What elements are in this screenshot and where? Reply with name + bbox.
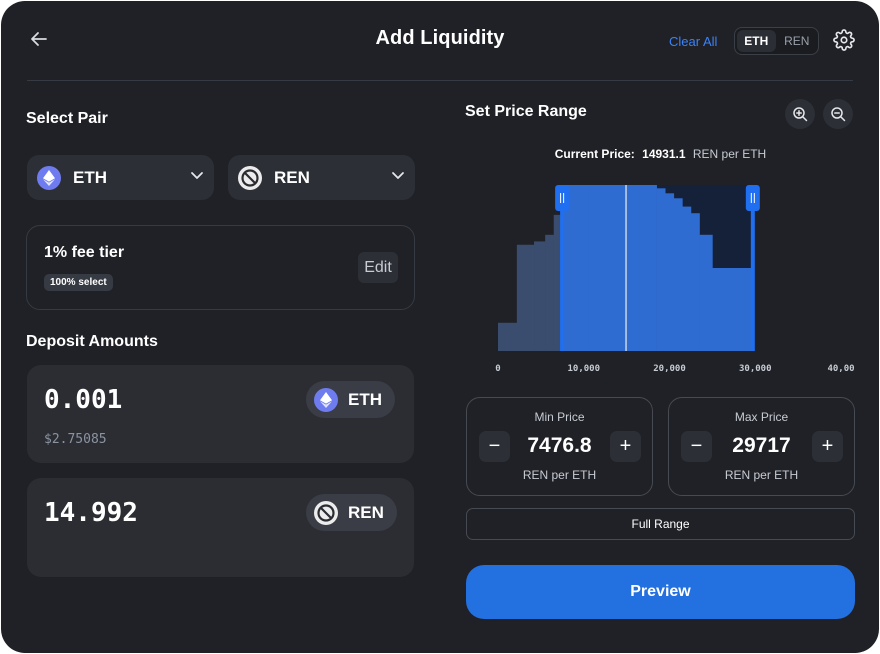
eth-token-symbol: ETH [348,389,382,409]
token-toggle: ETH REN [734,27,819,55]
max-price-card: Max Price − 29717 + REN per ETH [668,397,855,496]
fee-select-badge: 100% select [44,274,113,291]
full-range-button[interactable]: Full Range [466,508,855,540]
gear-icon[interactable] [833,29,855,51]
x-tick-label: 20,000 [653,364,686,374]
token-a-label: ETH [73,167,107,187]
liquidity-chart: 0 10,000 20,000 30,000 40,00 [495,185,855,374]
current-price-value: 14931.1 [642,147,686,161]
liquidity-bar [498,322,518,351]
edit-fee-button[interactable]: Edit [358,252,398,283]
min-price-unit: REN per ETH [522,468,597,482]
x-tick-label: 30,000 [739,364,772,374]
min-price-increment-button[interactable]: + [610,431,641,462]
x-tick-label: 0 [495,364,500,374]
fee-tier-label: 1% fee tier [44,244,125,261]
select-pair-title: Select Pair [26,110,108,127]
max-price-unit: REN per ETH [724,468,799,482]
preview-button[interactable]: Preview [466,565,855,619]
deposit-card-ren: 14.992 REN [27,478,414,577]
eth-amount-input[interactable]: 0.001 [44,385,122,415]
chevron-down-icon [190,168,204,187]
liquidity-bar [588,185,657,351]
zoom-in-icon[interactable] [785,99,815,129]
liquidity-bar [656,188,666,351]
liquidity-bar [545,234,555,351]
current-price-label: Current Price: [554,147,635,161]
ren-amount-input[interactable]: 14.992 [44,498,138,528]
max-price-label: Max Price [734,410,789,424]
ren-icon [238,165,262,190]
ren-token-pill: REN [306,494,397,531]
liquidity-bar [712,268,743,351]
ren-icon [314,500,338,525]
eth-icon [37,165,61,190]
min-price-label: Min Price [534,410,585,424]
header-divider [27,80,853,81]
eth-icon [314,387,338,412]
token-b-label: REN [274,167,310,187]
min-range-handle[interactable] [555,185,570,211]
liquidity-bar [699,234,713,351]
min-price-card: Min Price − 7476.8 + REN per ETH [466,397,653,496]
toggle-ren[interactable]: REN [778,30,817,52]
x-tick-label: 10,000 [567,364,600,374]
liquidity-bar [516,244,535,351]
liquidity-bar [682,206,692,351]
deposit-amounts-title: Deposit Amounts [26,333,158,350]
deposit-card-eth: 0.001 $2.75085 ETH [27,365,414,463]
token-b-select[interactable]: REN [228,155,415,200]
fee-tier-card: 1% fee tier 100% select Edit [26,225,415,310]
token-a-select[interactable]: ETH [27,155,214,200]
eth-token-pill: ETH [306,381,395,418]
clear-all-link[interactable]: Clear All [669,34,717,49]
chevron-down-icon [391,168,405,187]
max-range-handle[interactable] [745,185,760,211]
liquidity-bar [534,241,546,351]
liquidity-bar [690,213,700,351]
toggle-eth[interactable]: ETH [737,30,776,52]
ren-token-symbol: REN [348,502,384,522]
x-tick-label: 40,00 [827,364,854,374]
zoom-out-icon[interactable] [823,99,853,129]
current-price: Current Price: 14931.1 REN per ETH [466,147,855,161]
liquidity-bar [665,193,675,351]
current-price-unit: REN per ETH [692,147,767,161]
add-liquidity-window: Add Liquidity Clear All ETH REN Select P… [1,1,879,653]
liquidity-bar [673,198,683,351]
eth-usd-value: $2.75085 [44,432,107,447]
set-price-range-title: Set Price Range [465,103,587,120]
max-price-increment-button[interactable]: + [812,431,843,462]
